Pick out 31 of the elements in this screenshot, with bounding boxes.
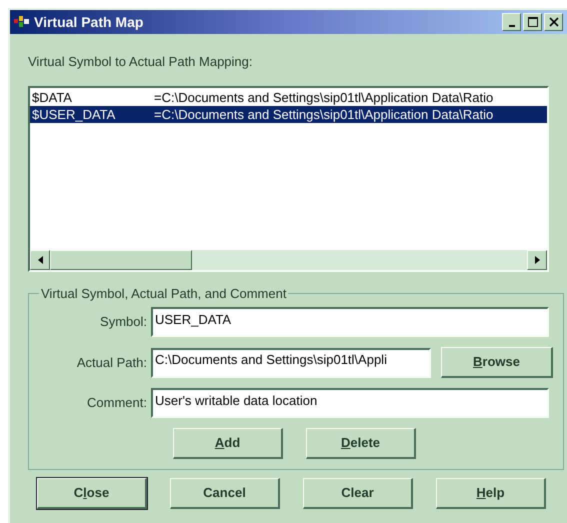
dialog-button[interactable]: Close (37, 478, 147, 509)
dialog-button[interactable]: Help (436, 478, 546, 509)
maximize-button[interactable] (523, 13, 542, 31)
horizontal-scrollbar[interactable] (30, 250, 547, 270)
minimize-button[interactable] (502, 13, 521, 31)
right-arrow-icon (534, 256, 540, 264)
field-label: Symbol: (99, 313, 147, 332)
list-label: Virtual Symbol to Actual Path Mapping: (28, 53, 254, 71)
browse-button[interactable]: Browse (441, 347, 553, 378)
dialog-button[interactable]: Clear (303, 478, 413, 509)
action-button[interactable]: Add (173, 428, 283, 459)
field-label: Comment: (86, 394, 147, 412)
minimize-icon (508, 24, 514, 26)
maximize-icon (528, 17, 538, 27)
path-field[interactable]: C:\Documents and Settings\sip01tl\Appli (151, 348, 431, 378)
dialog-button[interactable]: Cancel (170, 478, 280, 509)
text-field[interactable]: User's writable data location (151, 388, 549, 418)
scroll-left-button[interactable] (30, 250, 50, 270)
mapping-row[interactable]: $DATA =C:\Documents and Settings\sip01tl\Application Data\Ratio (30, 88, 547, 106)
text-field[interactable]: USER_DATA (151, 307, 549, 337)
action-button[interactable]: Delete (306, 428, 416, 459)
scroll-right-button[interactable] (527, 250, 547, 270)
mapping-row[interactable]: $USER_DATA =C:\Documents and Settings\sip01tl\Application Data\Ratio (30, 106, 547, 122)
close-button[interactable] (544, 13, 563, 31)
close-icon (548, 17, 558, 27)
left-arrow-icon (38, 256, 42, 264)
field-label: Actual Path: (76, 354, 147, 372)
group-title: Virtual Symbol, Actual Path, and Comment (40, 284, 288, 303)
scroll-thumb[interactable] (50, 250, 192, 270)
window-title: Virtual Path Map (34, 12, 144, 32)
app-icon (14, 16, 30, 28)
